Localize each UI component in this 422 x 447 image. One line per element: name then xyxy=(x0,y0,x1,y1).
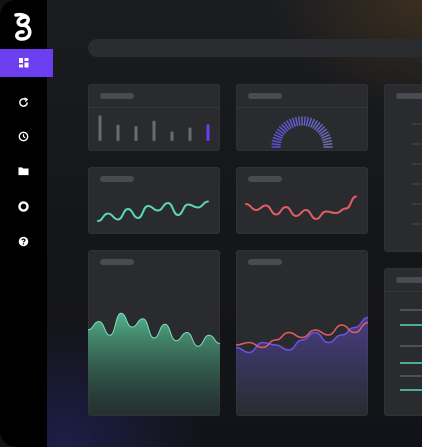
sidebar xyxy=(0,0,53,447)
gauge-tick xyxy=(305,116,309,127)
red-line-chart xyxy=(245,195,357,221)
bar xyxy=(98,115,102,141)
gauge-tick xyxy=(303,116,306,126)
bar xyxy=(206,124,210,141)
area-chart xyxy=(88,312,220,416)
red-series-line xyxy=(245,195,357,221)
dashboard-window xyxy=(0,0,422,447)
gauge-tick xyxy=(272,136,282,141)
bar-chart-card xyxy=(88,84,220,151)
app-logo[interactable] xyxy=(8,11,38,43)
bar xyxy=(134,126,138,141)
refresh-icon xyxy=(18,96,29,108)
legend-card xyxy=(384,268,422,416)
sidebar-item-status[interactable] xyxy=(13,196,33,216)
red-line-card xyxy=(236,167,368,234)
teal-line-card xyxy=(88,167,220,234)
side-list-card xyxy=(384,84,422,252)
gauge-tick xyxy=(322,136,332,141)
gauge-tick xyxy=(291,117,296,127)
bar xyxy=(116,124,120,141)
clock-icon xyxy=(18,131,29,142)
gauge-tick xyxy=(308,117,313,127)
area-chart-card xyxy=(88,250,220,416)
bar xyxy=(170,131,174,141)
gauge-tick xyxy=(271,143,281,146)
legend-list xyxy=(400,309,422,391)
gauge-tick xyxy=(271,140,282,144)
tick-list xyxy=(412,123,422,225)
sidebar-item-dashboard[interactable] xyxy=(0,49,53,77)
area-fill xyxy=(88,313,220,416)
bar xyxy=(152,120,156,141)
gauge-card xyxy=(236,84,368,151)
search-bar[interactable] xyxy=(88,39,422,57)
sidebar-item-files[interactable] xyxy=(13,161,33,181)
dual-line-card xyxy=(236,250,368,416)
help-icon xyxy=(18,236,29,247)
dashboard-icon xyxy=(18,58,29,68)
sidebar-item-history[interactable] xyxy=(13,126,33,146)
teal-series-line xyxy=(97,200,209,222)
teal-line-chart xyxy=(97,200,209,222)
gauge-tick xyxy=(322,140,333,144)
circle-icon xyxy=(17,200,29,212)
folder-icon xyxy=(17,166,29,176)
gauge-tick xyxy=(295,116,299,127)
bar xyxy=(188,127,192,141)
gauge-tick xyxy=(323,143,333,146)
dual-line-chart xyxy=(236,316,368,416)
gauge-tick xyxy=(298,116,301,126)
sidebar-item-help[interactable] xyxy=(13,231,33,251)
bar-chart xyxy=(98,115,210,141)
gauge-chart xyxy=(271,116,333,148)
sidebar-item-refresh[interactable] xyxy=(13,92,33,112)
